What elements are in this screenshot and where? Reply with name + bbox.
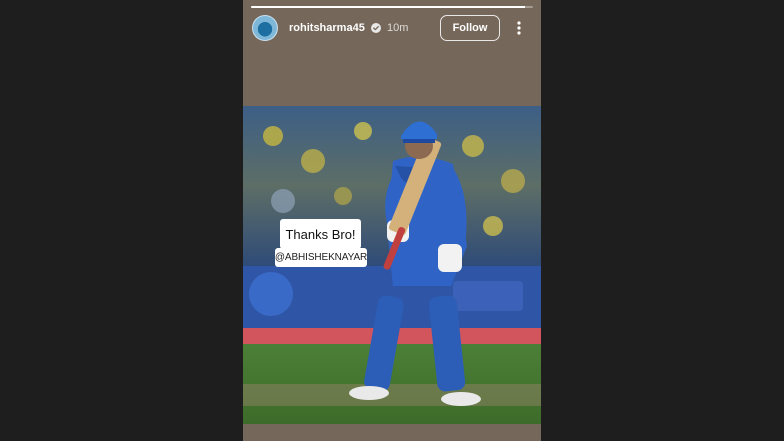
story-viewer[interactable]: rohitsharma45 10m Follow Thanks Bro! @AB…	[243, 0, 541, 441]
follow-button[interactable]: Follow	[440, 15, 500, 41]
story-header: rohitsharma45 10m Follow	[243, 12, 541, 44]
profile-avatar[interactable]	[252, 15, 278, 41]
story-progress-fill	[251, 6, 525, 8]
story-progress-bar	[251, 6, 533, 8]
verified-badge-icon	[371, 23, 381, 33]
text-sticker: Thanks Bro!	[280, 219, 361, 249]
mention-sticker[interactable]: @ABHISHEKNAYAR	[275, 248, 367, 267]
username-link[interactable]: rohitsharma45	[289, 22, 365, 34]
story-photo: Thanks Bro! @ABHISHEKNAYAR	[243, 106, 541, 424]
more-vertical-icon[interactable]	[515, 20, 523, 36]
story-timestamp: 10m	[387, 22, 409, 34]
